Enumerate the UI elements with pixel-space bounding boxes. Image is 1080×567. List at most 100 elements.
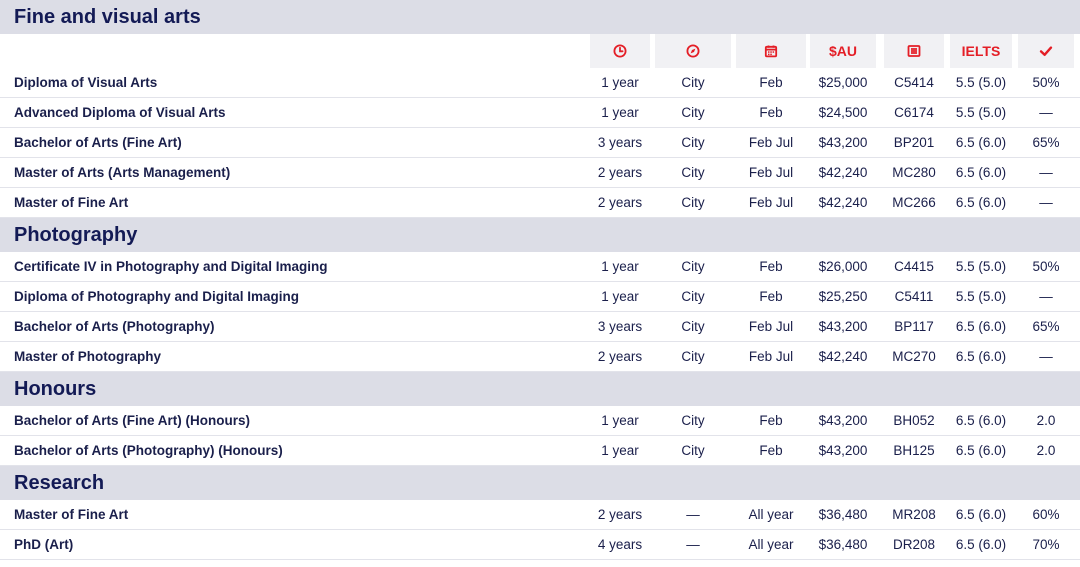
code-cell: BH052: [893, 413, 935, 428]
code-cell: C5414: [894, 75, 934, 90]
ielts-cell: 6.5 (6.0): [955, 443, 1007, 458]
table-row: Diploma of Visual Arts 1 year City Feb $25,0…: [0, 68, 1080, 98]
fee-cell: $43,200: [818, 443, 868, 458]
list-icon: [884, 34, 944, 68]
course-name: Bachelor of Arts (Photography) (Honours): [14, 443, 283, 458]
duration-cell: 1 year: [601, 75, 639, 90]
header-label: $AU: [828, 43, 857, 59]
clock-icon: [590, 34, 650, 68]
course-name: Bachelor of Arts (Fine Art): [14, 135, 182, 150]
course-name: Master of Photography: [14, 349, 162, 364]
pathway-cell: 2.0: [1036, 413, 1056, 428]
campus-cell: City: [681, 443, 705, 458]
table-row: Master of Arts (Arts Management) 2 years C…: [0, 158, 1080, 188]
section-header: Research: [0, 466, 1080, 500]
intake-cell: Feb: [759, 443, 783, 458]
pathway-cell: —: [1039, 349, 1053, 364]
duration-cell: 1 year: [601, 259, 639, 274]
intake-cell: Feb Jul: [748, 319, 794, 334]
table-row: Bachelor of Arts (Fine Art) (Honours) 1 y…: [0, 406, 1080, 436]
intake-cell: Feb: [759, 105, 783, 120]
intake-cell: Feb Jul: [748, 165, 794, 180]
fee-cell: $26,000: [818, 259, 868, 274]
campus-cell: City: [681, 319, 705, 334]
pathway-cell: —: [1039, 195, 1053, 210]
table-row: PhD (Art) 4 years — All year $36,480 DR208 6.5…: [0, 530, 1080, 560]
pathway-cell: —: [1039, 105, 1053, 120]
table-row: Diploma of Photography and Digital Imagi…: [0, 282, 1080, 312]
duration-cell: 4 years: [597, 537, 643, 552]
section-title: Fine and visual arts: [14, 6, 201, 28]
table-row: Bachelor of Arts (Photography) 3 years Cit…: [0, 312, 1080, 342]
campus-cell: City: [681, 105, 705, 120]
campus-cell: City: [681, 289, 705, 304]
course-name: Advanced Diploma of Visual Arts: [14, 105, 226, 120]
duration-cell: 1 year: [601, 443, 639, 458]
duration-cell: 2 years: [597, 349, 643, 364]
intake-cell: Feb Jul: [748, 349, 794, 364]
campus-cell: City: [681, 135, 705, 150]
intake-cell: Feb Jul: [748, 135, 794, 150]
pathway-cell: —: [1039, 289, 1053, 304]
table-row: Certificate IV in Photography and Digita…: [0, 252, 1080, 282]
pathway-cell: —: [1039, 165, 1053, 180]
ielts-cell: 6.5 (6.0): [955, 507, 1007, 522]
intake-cell: All year: [748, 507, 794, 522]
campus-cell: —: [686, 537, 700, 552]
course-name: Bachelor of Arts (Fine Art) (Honours): [14, 413, 250, 428]
code-cell: MC280: [892, 165, 936, 180]
section-title: Photography: [14, 224, 138, 246]
intake-cell: Feb: [759, 75, 783, 90]
fee-cell: $25,000: [818, 75, 868, 90]
ielts-cell: 6.5 (6.0): [955, 319, 1007, 334]
course-name: Master of Fine Art: [14, 507, 129, 522]
table-row: Bachelor of Arts (Fine Art) 3 years City Fe…: [0, 128, 1080, 158]
campus-cell: City: [681, 75, 705, 90]
fee-cell: $42,240: [818, 165, 868, 180]
course-name: Master of Fine Art: [14, 195, 129, 210]
code-cell: DR208: [892, 537, 936, 552]
section-header: Photography: [0, 218, 1080, 252]
fee-cell: $43,200: [818, 135, 868, 150]
code-cell: C5411: [894, 289, 934, 304]
ielts-cell: 5.5 (5.0): [955, 259, 1007, 274]
duration-cell: 1 year: [601, 289, 639, 304]
fee-cell: $36,480: [818, 537, 868, 552]
section-header: Fine and visual arts: [0, 0, 1080, 34]
compass-icon: [655, 34, 731, 68]
campus-cell: City: [681, 349, 705, 364]
code-cell: MC266: [892, 195, 936, 210]
fee-cell: $42,240: [818, 349, 868, 364]
fee-cell: $43,200: [818, 319, 868, 334]
pathway-cell: 65%: [1032, 319, 1060, 334]
pathway-cell: 65%: [1032, 135, 1060, 150]
ielts-cell: 6.5 (6.0): [955, 413, 1007, 428]
course-name: Bachelor of Arts (Photography): [14, 319, 215, 334]
intake-cell: Feb Jul: [748, 195, 794, 210]
code-cell: MC270: [892, 349, 936, 364]
intake-cell: All year: [748, 537, 794, 552]
campus-cell: City: [681, 165, 705, 180]
ielts-cell: 6.5 (6.0): [955, 349, 1007, 364]
campus-cell: City: [681, 259, 705, 274]
campus-cell: City: [681, 195, 705, 210]
course-name: Diploma of Visual Arts: [14, 75, 158, 90]
fee-cell: $24,500: [818, 105, 868, 120]
ielts-cell: 5.5 (5.0): [955, 75, 1007, 90]
ielts-cell: 5.5 (5.0): [955, 289, 1007, 304]
duration-cell: 2 years: [597, 195, 643, 210]
ielts-cell: 6.5 (6.0): [955, 195, 1007, 210]
table-row: Master of Photography 2 years City Feb Jul $…: [0, 342, 1080, 372]
code-cell: BP201: [893, 135, 935, 150]
intake-cell: Feb: [759, 259, 783, 274]
duration-cell: 3 years: [597, 135, 643, 150]
table-row: Bachelor of Arts (Photography) (Honours)…: [0, 436, 1080, 466]
table-row: Advanced Diploma of Visual Arts 1 year Cit…: [0, 98, 1080, 128]
table-row: Master of Fine Art 2 years City Feb Jul $42,…: [0, 188, 1080, 218]
code-cell: BP117: [894, 319, 934, 334]
fee-cell: $42,240: [818, 195, 868, 210]
ielts-cell: 5.5 (5.0): [955, 105, 1007, 120]
pathway-cell: 70%: [1032, 537, 1060, 552]
fee-cell: $25,250: [818, 289, 868, 304]
duration-cell: 1 year: [601, 105, 639, 120]
